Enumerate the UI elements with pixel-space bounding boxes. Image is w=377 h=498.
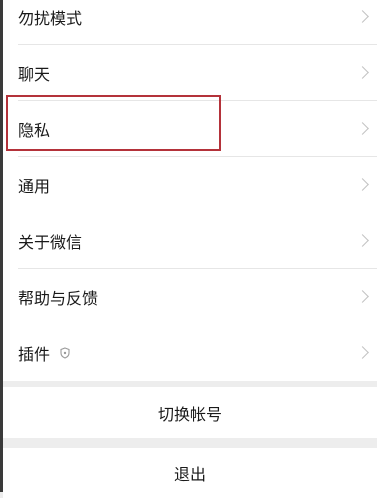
chevron-right-icon xyxy=(356,346,369,359)
settings-item-label: 勿扰模式 xyxy=(18,9,83,28)
settings-item-chat[interactable]: 聊天 xyxy=(3,45,377,101)
settings-item-label: 关于微信 xyxy=(18,233,83,252)
settings-item-general[interactable]: 通用 xyxy=(3,157,377,213)
chevron-right-icon xyxy=(356,66,369,79)
logout-button[interactable]: 退出 xyxy=(3,448,377,498)
chevron-right-icon xyxy=(356,234,369,247)
chevron-right-icon xyxy=(356,290,369,303)
settings-item-about-wechat[interactable]: 关于微信 xyxy=(3,213,377,269)
switch-account-button[interactable]: 切换帐号 xyxy=(3,387,377,438)
shield-icon xyxy=(60,347,70,359)
chevron-right-icon xyxy=(356,122,369,135)
switch-account-label: 切换帐号 xyxy=(157,404,222,424)
logout-label: 退出 xyxy=(173,465,206,484)
chevron-right-icon xyxy=(356,10,369,23)
settings-group-plugins: 插件 xyxy=(3,325,377,381)
settings-group-about: 关于微信 帮助与反馈 xyxy=(3,213,377,325)
settings-item-plugins[interactable]: 插件 xyxy=(3,325,377,381)
settings-item-label: 帮助与反馈 xyxy=(18,289,99,308)
settings-item-label: 插件 xyxy=(18,345,51,364)
settings-item-help-feedback[interactable]: 帮助与反馈 xyxy=(3,269,377,325)
chevron-right-icon xyxy=(356,178,369,191)
settings-item-label: 聊天 xyxy=(18,65,51,84)
settings-item-do-not-disturb[interactable]: 勿扰模式 xyxy=(3,0,377,45)
highlight-box xyxy=(6,95,221,151)
settings-item-label: 通用 xyxy=(18,177,51,196)
